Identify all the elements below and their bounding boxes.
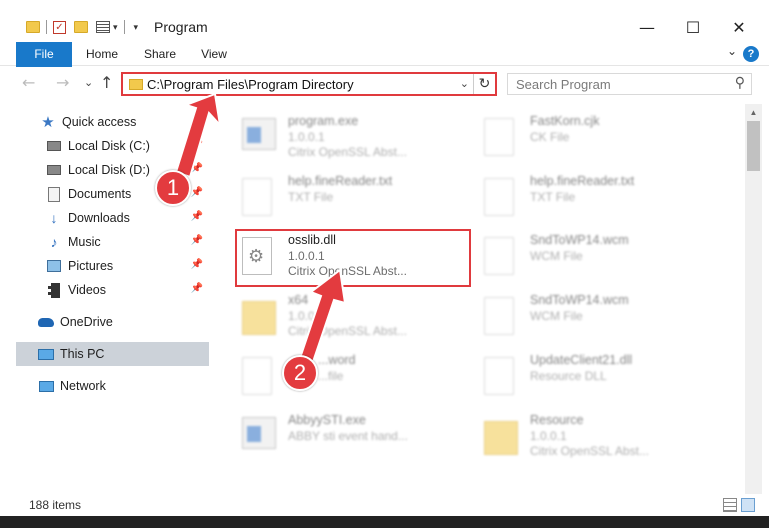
- taskbar-edge: [0, 516, 769, 528]
- details-view-icon[interactable]: [723, 498, 737, 512]
- arrow-2: [298, 268, 347, 364]
- view-toggle: [723, 498, 757, 512]
- step-1-badge: 1: [155, 170, 191, 206]
- status-bar: 188 items: [0, 494, 769, 516]
- arrow-1: [174, 92, 222, 179]
- step-2-badge: 2: [282, 355, 318, 391]
- annotation-arrows: [174, 92, 347, 364]
- large-icons-view-icon[interactable]: [741, 498, 755, 512]
- item-count: 188 items: [29, 498, 82, 512]
